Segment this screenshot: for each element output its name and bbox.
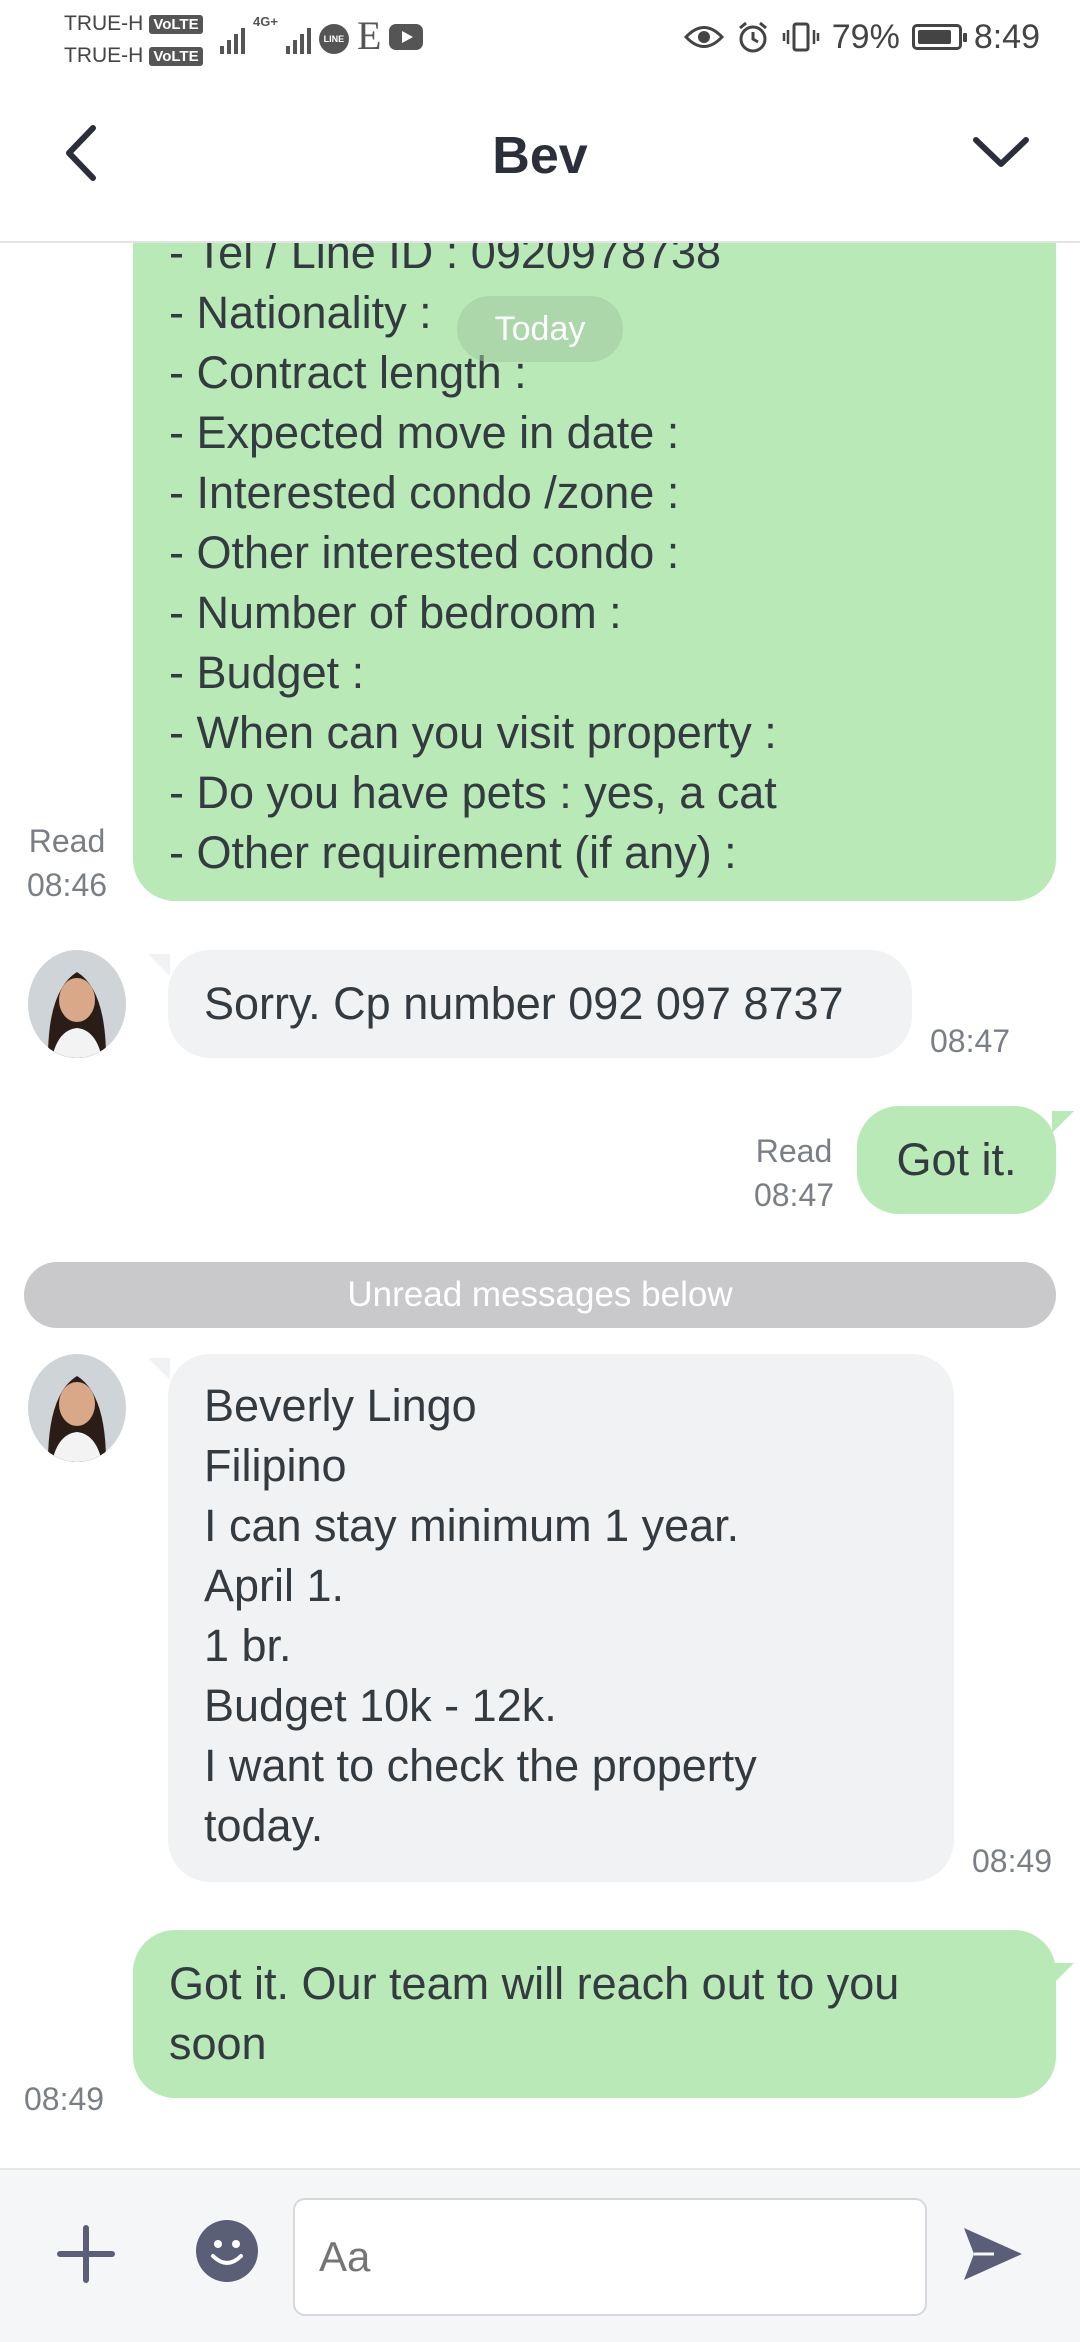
- message-line: - Tel / Line ID : 0920978738: [169, 241, 722, 278]
- bubble-tail: [148, 954, 170, 976]
- avatar-image: [28, 950, 126, 1058]
- message-line: Filipino: [204, 1440, 347, 1491]
- message-line: - Number of bedroom :: [169, 587, 622, 638]
- signal-icon: [285, 24, 311, 54]
- read-receipt: Read: [755, 1133, 833, 1169]
- message-line: - When can you visit property :: [169, 707, 777, 758]
- status-right: 79% 8:49: [683, 14, 1040, 60]
- smiley-face-icon: [211, 2240, 243, 2265]
- message-time: 08:49: [24, 2081, 105, 2117]
- volte-badge: VoLTE: [149, 14, 203, 34]
- message-line: Beverly Lingo: [204, 1380, 477, 1431]
- youtube-icon: [389, 24, 424, 50]
- outgoing-message-bubble[interactable]: Got it. Our team will reach out to you s…: [133, 1930, 1056, 2098]
- message-line: today.: [204, 1800, 324, 1851]
- carrier-2: TRUE-H: [64, 44, 144, 67]
- line-app-icon: LINE: [318, 24, 349, 54]
- network-type: 4G+: [253, 14, 278, 29]
- vibrate-icon: [782, 22, 819, 52]
- message-line: - Other interested condo :: [169, 527, 680, 578]
- message-time: 08:46: [26, 867, 108, 903]
- status-bar: TRUE-H VoLTE TRUE-H VoLTE 4G+ LINE E 79% 8…: [0, 0, 1080, 76]
- message-line: I can stay minimum 1 year.: [204, 1500, 740, 1551]
- battery-percent: 79%: [831, 17, 900, 56]
- incoming-message-bubble[interactable]: Beverly Lingo Filipino I can stay minimu…: [168, 1354, 954, 1882]
- signal-icons: 4G+ LINE E: [220, 13, 424, 58]
- message-input[interactable]: [293, 2198, 927, 2316]
- message-line: Budget 10k - 12k.: [204, 1680, 557, 1731]
- message-line: 1 br.: [204, 1620, 292, 1671]
- bubble-tail: [148, 1358, 170, 1380]
- message-time: 08:47: [753, 1177, 835, 1213]
- avatar-image: [28, 1354, 126, 1462]
- message-text: Got it.: [896, 1134, 1017, 1185]
- avatar[interactable]: [28, 950, 126, 1058]
- message-time: 08:49: [972, 1843, 1053, 1879]
- bubble-tail: [1052, 1111, 1074, 1133]
- chat-header: Bev: [0, 76, 1080, 243]
- message-line: - Interested condo /zone :: [169, 467, 680, 518]
- unread-divider: Unread messages below: [24, 1262, 1056, 1328]
- incoming-message-bubble[interactable]: Sorry. Cp number 092 097 8737: [168, 950, 912, 1058]
- message-line: - Do you have pets : yes, a cat: [169, 767, 777, 818]
- contact-name[interactable]: Bev: [0, 126, 1080, 186]
- message-text: Sorry. Cp number 092 097 8737: [204, 978, 844, 1029]
- outgoing-message-bubble[interactable]: Got it.: [857, 1106, 1056, 1214]
- alarm-icon: [738, 21, 767, 53]
- battery-icon: [911, 24, 967, 50]
- message-time: 08:47: [930, 1023, 1011, 1059]
- message-line: I want to check the property: [204, 1740, 757, 1791]
- chevron-down-icon[interactable]: [968, 124, 1034, 180]
- message-line: soon: [169, 2018, 267, 2069]
- message-line: April 1.: [204, 1560, 345, 1611]
- avatar[interactable]: [28, 1354, 126, 1462]
- carrier-1: TRUE-H: [64, 12, 144, 35]
- message-line: Got it. Our team will reach out to you: [169, 1958, 900, 2009]
- volte-badge: VoLTE: [149, 46, 203, 66]
- plus-icon[interactable]: [54, 2222, 118, 2286]
- e-app-icon: E: [356, 13, 382, 58]
- message-line: - Other requirement (if any) :: [169, 827, 737, 878]
- emoji-icon[interactable]: [196, 2220, 258, 2282]
- date-pill: Today: [457, 296, 623, 362]
- read-receipt: Read: [28, 823, 106, 859]
- message-meta: Read 08:46: [24, 819, 110, 907]
- carrier-info: TRUE-H VoLTE TRUE-H VoLTE: [64, 8, 203, 72]
- send-icon[interactable]: [960, 2222, 1026, 2286]
- eye-icon: [683, 26, 724, 48]
- clock: 8:49: [973, 17, 1040, 56]
- message-input-bar: [0, 2168, 1080, 2342]
- message-meta: Read 08:47: [746, 1129, 842, 1217]
- message-line: - Expected move in date :: [169, 407, 680, 458]
- signal-icon: [220, 24, 245, 54]
- bubble-tail: [1052, 1963, 1074, 1985]
- chat-area[interactable]: - Tel / Line ID : 0920978738 - Nationali…: [0, 241, 1080, 2168]
- message-line: - Budget :: [169, 647, 365, 698]
